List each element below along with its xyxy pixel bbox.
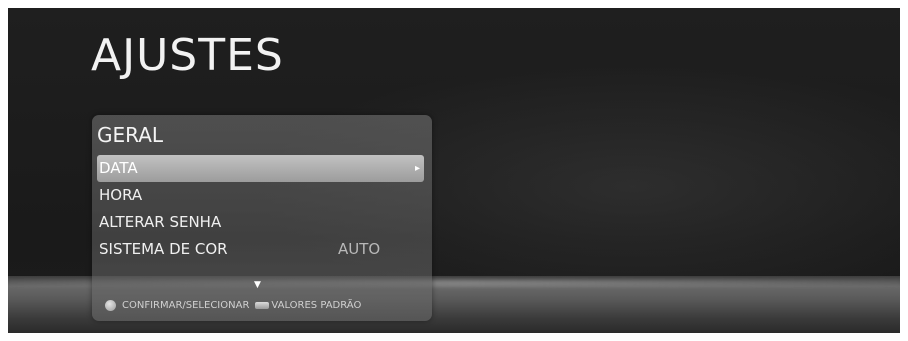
menu-item-alterar-senha[interactable]: ALTERAR SENHA [97, 209, 424, 236]
menu-item-hora[interactable]: HORA [97, 182, 424, 209]
defaults-hint: VALORES PADRÃO [271, 299, 362, 311]
settings-panel: GERAL DATA ▸ HORA ALTERAR SENHA SISTEMA … [92, 115, 432, 321]
scroll-down-arrow-icon[interactable]: ▼ [254, 281, 261, 290]
settings-screen: AJUSTES GERAL DATA ▸ HORA ALTERAR SENHA … [8, 8, 900, 333]
panel-title: GERAL [97, 123, 164, 147]
help-bar: CONFIRMAR/SELECIONAR VALORES PADRÃO [105, 297, 361, 313]
submenu-arrow-icon: ▸ [414, 163, 420, 174]
menu-item-value: AUTO [338, 240, 381, 258]
page-title: AJUSTES [91, 30, 284, 81]
menu-item-label: DATA [99, 159, 138, 177]
circle-button-icon [105, 299, 116, 311]
menu-item-sistema-de-cor[interactable]: SISTEMA DE COR AUTO [97, 236, 424, 263]
menu-item-label: SISTEMA DE COR [99, 240, 228, 258]
settings-menu: DATA ▸ HORA ALTERAR SENHA SISTEMA DE COR… [97, 155, 424, 263]
confirm-hint: CONFIRMAR/SELECIONAR [122, 299, 250, 311]
menu-item-data[interactable]: DATA ▸ [97, 155, 424, 182]
rectangle-button-icon [255, 301, 270, 309]
menu-item-label: ALTERAR SENHA [99, 213, 222, 231]
menu-item-label: HORA [99, 186, 143, 204]
